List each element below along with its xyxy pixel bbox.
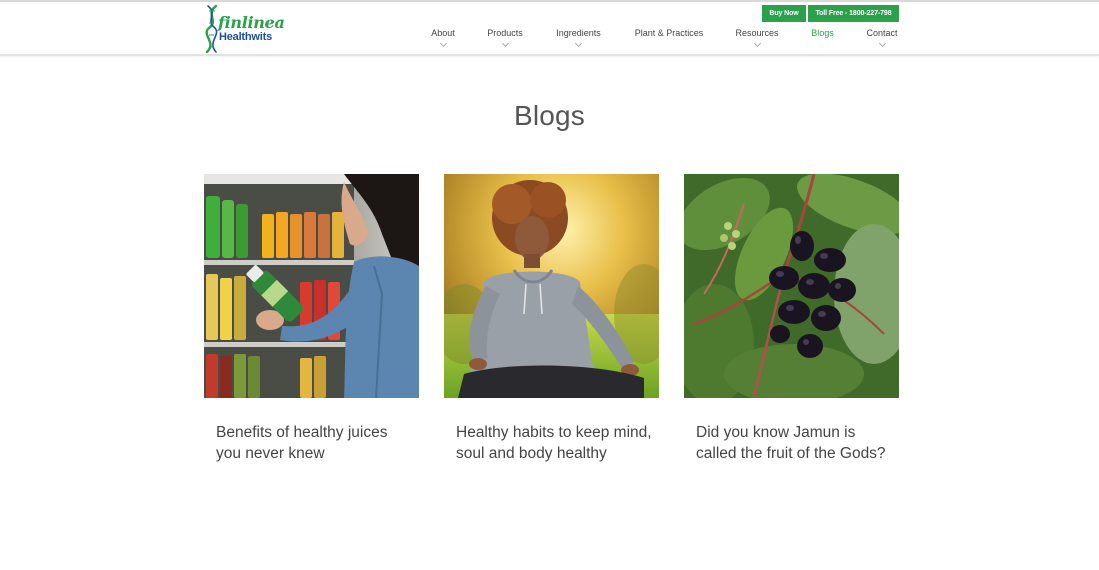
nav-label: Ingredients bbox=[556, 28, 601, 38]
blog-title[interactable]: Did you know Jamun is called the fruit o… bbox=[684, 422, 899, 464]
brand-logo[interactable]: finlinea Healthwits bbox=[203, 4, 285, 54]
nav-item-products[interactable]: Products bbox=[486, 28, 524, 48]
nav-label: Blogs bbox=[811, 28, 834, 38]
brand-subname: Healthwits bbox=[219, 31, 273, 43]
blog-title[interactable]: Benefits of healthy juices you never kne… bbox=[204, 422, 419, 464]
nav-item-ingredients[interactable]: Ingredients bbox=[555, 28, 602, 48]
site-header: finlinea Healthwits Buy Now Toll Free - … bbox=[0, 2, 1099, 56]
nav-item-blogs[interactable]: Blogs bbox=[810, 28, 835, 38]
nav-label: Contact bbox=[866, 28, 898, 38]
blog-title[interactable]: Healthy habits to keep mind, soul and bo… bbox=[444, 422, 659, 464]
blog-card[interactable]: Benefits of healthy juices you never kne… bbox=[204, 174, 419, 464]
chevron-down-icon bbox=[501, 39, 509, 48]
nav-item-contact[interactable]: Contact bbox=[865, 28, 899, 48]
nav-item-plant-practices[interactable]: Plant & Practices bbox=[633, 28, 705, 38]
toll-free-button[interactable]: Toll Free - 1800-227-798 bbox=[808, 5, 899, 22]
page-title: Blogs bbox=[513, 100, 586, 131]
nav-label: About bbox=[431, 28, 455, 38]
blog-image-juice[interactable] bbox=[204, 174, 419, 398]
buy-now-button[interactable]: Buy Now bbox=[762, 5, 806, 22]
blog-card[interactable]: Healthy habits to keep mind, soul and bo… bbox=[444, 174, 659, 464]
blog-image-jamun[interactable] bbox=[684, 174, 899, 398]
brand-name: finlinea bbox=[218, 13, 285, 32]
nav-item-about[interactable]: About bbox=[430, 28, 456, 48]
blog-card[interactable]: Did you know Jamun is called the fruit o… bbox=[684, 174, 899, 464]
blog-image-meditation[interactable] bbox=[444, 174, 659, 398]
chevron-down-icon bbox=[753, 39, 761, 48]
nav-label: Plant & Practices bbox=[634, 28, 704, 38]
chevron-down-icon bbox=[574, 39, 583, 48]
nav-label: Products bbox=[487, 28, 523, 38]
chevron-down-icon bbox=[878, 39, 886, 48]
nav-item-resources[interactable]: Resources bbox=[735, 28, 779, 48]
nav-label: Resources bbox=[735, 28, 779, 38]
chevron-down-icon bbox=[439, 39, 447, 48]
